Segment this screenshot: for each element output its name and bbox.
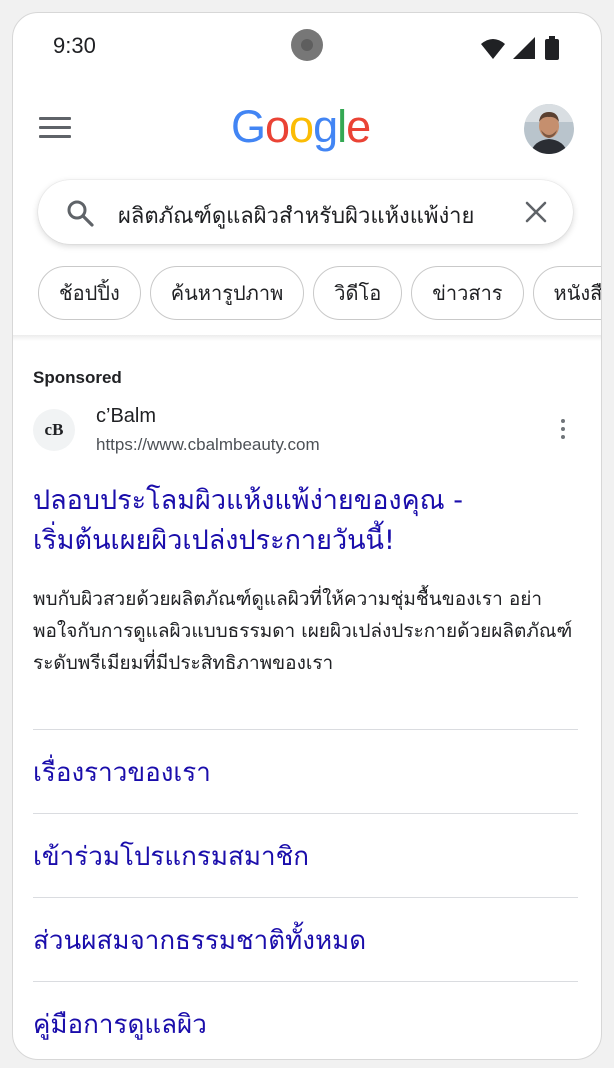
user-avatar[interactable] xyxy=(524,104,574,154)
search-icon[interactable] xyxy=(66,199,94,227)
battery-icon xyxy=(545,36,559,60)
ad-description: พบกับผิวสวยด้วยผลิตภัณฑ์ดูแลผิวที่ให้ควา… xyxy=(33,588,573,674)
sitelink-label: เรื่องราวของเรา xyxy=(33,758,211,788)
status-bar: 9:30 xyxy=(13,13,601,79)
status-icons xyxy=(479,35,563,63)
search-query[interactable]: ผลิตภัณฑ์ดูแลผิวสำหรับผิวแห้งแพ้ง่าย xyxy=(118,198,474,233)
tab-shopping[interactable]: ช้อปปิ้ง xyxy=(38,266,141,320)
cellular-signal-icon xyxy=(513,37,535,59)
tab-images[interactable]: ค้นหารูปภาพ xyxy=(149,266,305,320)
sponsored-label: Sponsored xyxy=(33,368,122,387)
sitelink-our-story[interactable]: เรื่องราวของเรา xyxy=(33,729,578,814)
close-icon[interactable] xyxy=(525,201,547,223)
sitelink-skincare-guide[interactable]: คู่มือการดูแลผิว xyxy=(33,981,578,1059)
sitelink-label: เข้าร่วมโปรแกรมสมาชิก xyxy=(33,842,309,872)
sitelink-label: คู่มือการดูแลผิว xyxy=(33,1010,207,1040)
site-favicon[interactable]: cB xyxy=(33,409,75,451)
ad-title-link[interactable]: ปลอบประโลมผิวแห้งแพ้ง่ายของคุณ - เริ่มต้… xyxy=(33,481,583,561)
hamburger-menu-icon[interactable] xyxy=(39,117,71,143)
ad-title-line2: เริ่มต้นเผยผิวเปล่งประกายวันนี้! xyxy=(33,525,395,556)
ad-title-line1: ปลอบประโลมผิวแห้งแพ้ง่ายของคุณ - xyxy=(33,485,464,516)
tab-books[interactable]: หนังสือ xyxy=(532,266,601,320)
search-tabs: ช้อปปิ้งค้นหารูปภาพวิดีโอข่าวสารหนังสือ xyxy=(38,266,601,322)
status-time: 9:30 xyxy=(53,33,96,58)
more-options-icon[interactable] xyxy=(557,419,569,443)
sitelink-label: ส่วนผสมจากธรรมชาติทั้งหมด xyxy=(33,926,367,956)
site-name[interactable]: c’Balm xyxy=(96,405,156,428)
header-divider xyxy=(13,335,601,341)
sitelink-natural-ingredients[interactable]: ส่วนผสมจากธรรมชาติทั้งหมด xyxy=(33,897,578,982)
front-camera xyxy=(291,29,323,61)
phone-frame: 9:30 Google ผลิตภัณฑ์ดูแลผิวสำหรับผิวแห้… xyxy=(12,12,602,1060)
sitelink-membership[interactable]: เข้าร่วมโปรแกรมสมาชิก xyxy=(33,813,578,898)
wifi-icon xyxy=(481,39,505,59)
google-logo[interactable]: Google xyxy=(231,101,371,153)
tab-videos[interactable]: วิดีโอ xyxy=(313,266,403,320)
search-box[interactable]: ผลิตภัณฑ์ดูแลผิวสำหรับผิวแห้งแพ้ง่าย xyxy=(38,180,573,244)
site-url[interactable]: https://www.cbalmbeauty.com xyxy=(96,435,320,455)
tab-news[interactable]: ข่าวสาร xyxy=(411,266,524,320)
